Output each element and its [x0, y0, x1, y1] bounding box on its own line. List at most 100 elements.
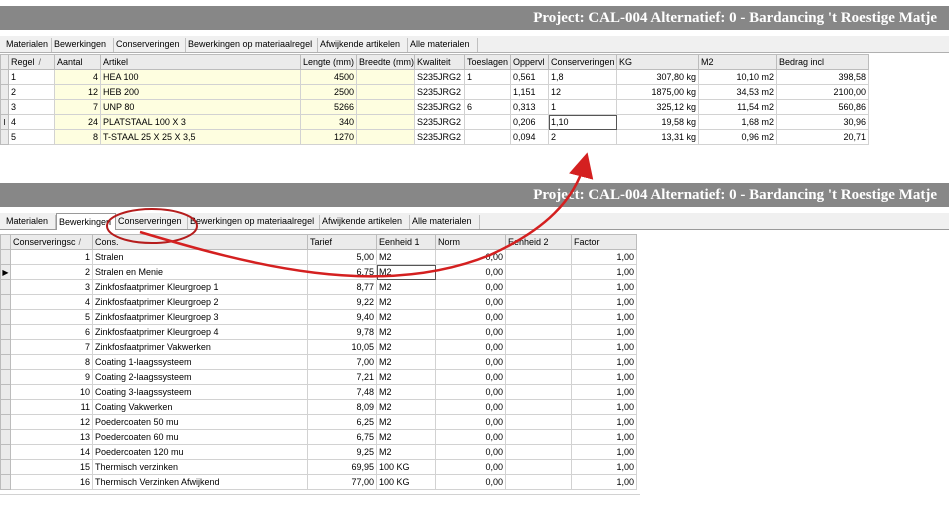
row-indicator[interactable] [0, 384, 11, 400]
table-row[interactable]: 10 Coating 3-laagssysteem 7,48 M2 0,00 1,00 [0, 384, 637, 400]
table-cell[interactable]: 34,53 m2 [698, 84, 777, 100]
table-cell[interactable]: M2 [376, 399, 436, 415]
column-header[interactable]: Cons. [92, 234, 308, 250]
table-cell[interactable]: Stralen [92, 249, 308, 265]
table-cell[interactable]: 8 [54, 129, 101, 145]
table-cell[interactable]: Coating Vakwerken [92, 399, 308, 415]
table-cell[interactable]: 10 [10, 384, 93, 400]
row-indicator[interactable] [0, 399, 11, 415]
table-row[interactable]: 1 4 HEA 100 4500 S235JRG2 1 0,561 1,8 307,80 kg 1… [0, 69, 869, 85]
row-indicator[interactable] [0, 99, 9, 115]
column-header[interactable]: Regel / [8, 54, 55, 70]
table-cell[interactable]: 1,00 [571, 399, 637, 415]
table-row[interactable]: 13 Poedercoaten 60 mu 6,75 M2 0,00 1,00 [0, 429, 637, 445]
table-cell[interactable]: 10,10 m2 [698, 69, 777, 85]
column-header[interactable]: Eenheid 1 [376, 234, 436, 250]
table-cell[interactable]: 11,54 m2 [698, 99, 777, 115]
table-cell[interactable]: 6,75 [307, 264, 377, 280]
table-cell[interactable]: 7,21 [307, 369, 377, 385]
table-cell[interactable]: HEB 200 [100, 84, 301, 100]
table-cell[interactable]: 12 [54, 84, 101, 100]
table-cell[interactable]: 1,8 [548, 69, 617, 85]
table-cell[interactable]: 0,00 [435, 384, 506, 400]
table-cell[interactable]: 7 [54, 99, 101, 115]
table-cell[interactable]: M2 [376, 384, 436, 400]
table-row[interactable]: 3 Zinkfosfaatprimer Kleurgroep 1 8,77 M2 0,0… [0, 279, 637, 295]
table-cell[interactable]: 325,12 kg [616, 99, 699, 115]
table-cell[interactable]: 20,71 [776, 129, 869, 145]
table-cell[interactable]: 19,58 kg [616, 114, 699, 130]
table-cell[interactable] [505, 249, 572, 265]
table-row[interactable]: 9 Coating 2-laagssysteem 7,21 M2 0,00 1,00 [0, 369, 637, 385]
table-cell[interactable]: 8,77 [307, 279, 377, 295]
table-cell[interactable]: 9,22 [307, 294, 377, 310]
table-cell[interactable]: 0,00 [435, 279, 506, 295]
table-cell[interactable]: 0,206 [510, 114, 549, 130]
table-cell[interactable]: 0,00 [435, 429, 506, 445]
table-cell[interactable]: M2 [376, 279, 436, 295]
bottom-tab-alle-materialen[interactable]: Alle materialen [410, 215, 480, 229]
table-cell[interactable] [356, 114, 415, 130]
table-cell[interactable]: 5,00 [307, 249, 377, 265]
table-cell[interactable]: Zinkfosfaatprimer Kleurgroep 3 [92, 309, 308, 325]
table-cell[interactable]: 0,094 [510, 129, 549, 145]
table-cell[interactable]: 24 [54, 114, 101, 130]
table-cell[interactable]: M2 [376, 339, 436, 355]
table-cell[interactable]: 16 [10, 474, 93, 490]
table-cell[interactable]: 2 [10, 264, 93, 280]
table-cell[interactable]: 100 KG [376, 474, 436, 490]
row-indicator[interactable] [0, 339, 11, 355]
table-cell[interactable]: 69,95 [307, 459, 377, 475]
top-tab-bewerkingen[interactable]: Bewerkingen [52, 38, 114, 52]
table-cell[interactable]: M2 [376, 309, 436, 325]
table-cell[interactable]: M2 [376, 444, 436, 460]
table-row[interactable]: 4 Zinkfosfaatprimer Kleurgroep 2 9,22 M2 0,0… [0, 294, 637, 310]
table-row[interactable]: 11 Coating Vakwerken 8,09 M2 0,00 1,00 [0, 399, 637, 415]
table-cell[interactable]: 1,00 [571, 444, 637, 460]
table-cell[interactable]: S235JRG2 [414, 114, 465, 130]
table-cell[interactable] [356, 84, 415, 100]
table-row[interactable]: ▶ 2 Stralen en Menie 6,75 M2 0,00 1,00 [0, 264, 637, 280]
table-cell[interactable]: 7 [10, 339, 93, 355]
table-cell[interactable]: M2 [376, 249, 436, 265]
table-cell[interactable]: PLATSTAAL 100 X 3 [100, 114, 301, 130]
table-cell[interactable] [505, 399, 572, 415]
table-row[interactable]: 2 12 HEB 200 2500 S235JRG2 1,151 12 1875,00 kg 3… [0, 84, 869, 100]
table-cell[interactable]: Stralen en Menie [92, 264, 308, 280]
table-cell[interactable] [356, 99, 415, 115]
row-indicator[interactable] [0, 444, 11, 460]
column-header[interactable]: Factor [571, 234, 637, 250]
column-header[interactable]: Conserveringsc / [10, 234, 93, 250]
table-cell[interactable]: 9,40 [307, 309, 377, 325]
table-cell[interactable]: 307,80 kg [616, 69, 699, 85]
table-cell[interactable]: 1,00 [571, 354, 637, 370]
top-tab-materialen[interactable]: Materialen [4, 38, 52, 52]
table-cell[interactable]: 1,00 [571, 279, 637, 295]
table-cell[interactable]: 0,00 [435, 444, 506, 460]
table-cell[interactable]: Poedercoaten 60 mu [92, 429, 308, 445]
row-indicator[interactable] [0, 69, 9, 85]
bottom-tab-materialen[interactable]: Materialen [4, 215, 56, 229]
table-row[interactable]: 6 Zinkfosfaatprimer Kleurgroep 4 9,78 M2 0,0… [0, 324, 637, 340]
table-cell[interactable]: 6,75 [307, 429, 377, 445]
table-cell[interactable]: Zinkfosfaatprimer Kleurgroep 4 [92, 324, 308, 340]
table-cell[interactable]: 4 [8, 114, 55, 130]
row-indicator[interactable] [0, 294, 11, 310]
table-cell[interactable]: 13,31 kg [616, 129, 699, 145]
table-cell[interactable]: 8 [10, 354, 93, 370]
table-row[interactable]: 12 Poedercoaten 50 mu 6,25 M2 0,00 1,00 [0, 414, 637, 430]
table-row[interactable]: 3 7 UNP 80 5266 S235JRG2 6 0,313 1 325,12 kg 11,5… [0, 99, 869, 115]
table-cell[interactable]: 340 [300, 114, 357, 130]
table-cell[interactable]: 9 [10, 369, 93, 385]
table-cell[interactable]: 5266 [300, 99, 357, 115]
table-cell[interactable]: 1 [548, 99, 617, 115]
row-indicator[interactable] [0, 129, 9, 145]
table-cell[interactable]: 2500 [300, 84, 357, 100]
row-indicator[interactable]: ▶ [0, 264, 11, 280]
table-cell[interactable]: UNP 80 [100, 99, 301, 115]
table-cell[interactable]: HEA 100 [100, 69, 301, 85]
table-cell[interactable]: M2 [376, 354, 436, 370]
column-header[interactable]: M2 [698, 54, 777, 70]
table-cell[interactable] [505, 294, 572, 310]
table-cell[interactable]: 1,00 [571, 309, 637, 325]
